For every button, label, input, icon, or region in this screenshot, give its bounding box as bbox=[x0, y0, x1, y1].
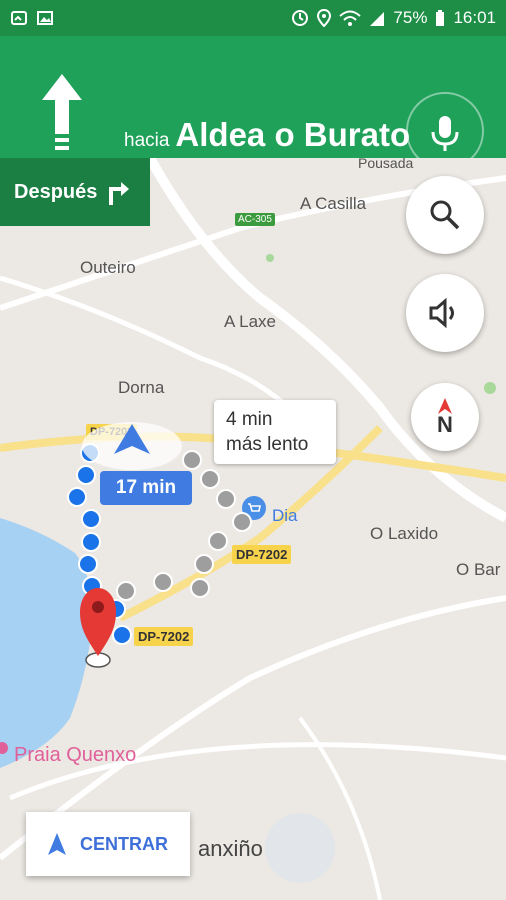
speaker-icon bbox=[429, 297, 454, 329]
route-overlay bbox=[67, 422, 252, 668]
signal-icon bbox=[370, 12, 385, 26]
straight-arrow-icon bbox=[42, 74, 82, 150]
next-maneuver-label: Después bbox=[14, 180, 98, 203]
battery-percent: 75% bbox=[393, 8, 428, 27]
status-bar: 75% 16:01 bbox=[0, 0, 506, 36]
destination-name: Aldea o Burato bbox=[175, 116, 411, 153]
map-view[interactable]: Pousada A Casilla Outeiro A Laxe Dorna O… bbox=[0, 155, 506, 900]
next-maneuver-panel[interactable]: Después bbox=[0, 158, 150, 226]
alternate-route-callout[interactable]: 4 min más lento bbox=[214, 400, 336, 464]
recenter-label: CENTRAR bbox=[80, 833, 168, 854]
direction-prefix: hacia bbox=[124, 130, 170, 151]
compass-letter: N bbox=[437, 412, 453, 437]
recenter-button[interactable]: CENTRAR bbox=[26, 812, 190, 876]
destination-pin bbox=[80, 588, 116, 656]
clock: 16:01 bbox=[453, 8, 496, 27]
gallery-icon bbox=[37, 11, 53, 25]
notification-icon bbox=[11, 11, 27, 25]
sync-icon bbox=[292, 10, 309, 26]
sound-button[interactable] bbox=[406, 274, 484, 352]
navigation-header: hacia Aldea o Burato bbox=[0, 36, 506, 170]
alt-time: 4 min bbox=[226, 409, 273, 430]
alt-note: más lento bbox=[226, 434, 309, 455]
destination-instruction: hacia Aldea o Burato bbox=[124, 116, 410, 154]
battery-icon bbox=[436, 10, 445, 26]
compass-button[interactable]: N bbox=[411, 383, 479, 451]
search-button[interactable] bbox=[406, 176, 484, 254]
turn-right-icon bbox=[109, 182, 130, 205]
wifi-icon bbox=[339, 10, 362, 26]
location-icon bbox=[317, 9, 332, 27]
search-icon bbox=[430, 200, 460, 230]
navigation-arrow-icon bbox=[48, 833, 66, 855]
route-time-badge[interactable]: 17 min bbox=[100, 471, 192, 505]
